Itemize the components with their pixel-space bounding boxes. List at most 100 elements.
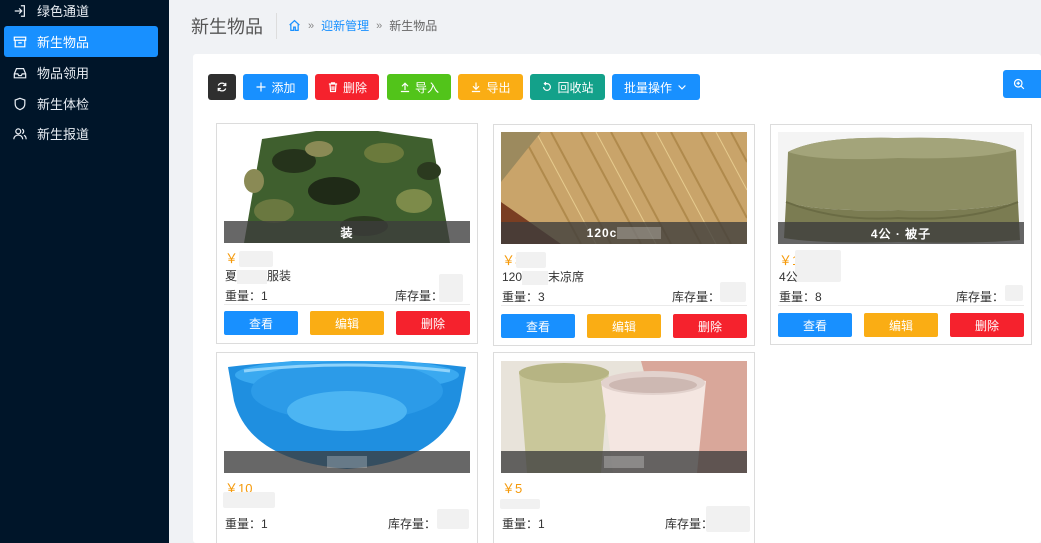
home-icon[interactable]	[288, 19, 301, 32]
weight-label: 重量：	[225, 517, 262, 531]
product-image[interactable]	[501, 361, 747, 473]
weight-label: 重量：	[779, 290, 816, 304]
card-divider	[778, 305, 1024, 306]
edit-button[interactable]: 编辑	[864, 313, 938, 337]
edit-button[interactable]: 编辑	[310, 311, 384, 335]
product-weight: 重量：1	[225, 515, 268, 532]
redacted-area	[437, 509, 469, 529]
sidebar-item-label: 物品领用	[37, 66, 90, 81]
shield-icon	[12, 96, 28, 112]
refresh-icon	[216, 81, 228, 93]
search-button[interactable]	[1003, 70, 1041, 98]
sidebar-item-freshman-items[interactable]: 新生物品	[4, 26, 158, 57]
card-divider	[501, 305, 747, 306]
product-card: ￥10 重量：1 库存量：	[216, 352, 478, 543]
breadcrumb-current: 新生物品	[389, 19, 438, 33]
delete-item-button[interactable]: 删除	[396, 311, 470, 335]
redacted-area	[706, 506, 750, 532]
product-image[interactable]	[224, 361, 470, 473]
product-stock-label: 库存量：	[388, 517, 437, 531]
product-stock-label: 库存量：	[956, 290, 1005, 304]
product-weight: 重量：1	[502, 515, 545, 532]
product-name: 夏 服装	[225, 267, 291, 284]
plus-icon	[255, 81, 267, 93]
trash-icon	[327, 81, 339, 93]
breadcrumb-separator: »	[308, 19, 315, 32]
breadcrumb-section-link[interactable]: 迎新管理	[321, 17, 369, 34]
caption-text: 120c	[586, 226, 618, 240]
delete-item-button[interactable]: 删除	[950, 313, 1024, 337]
delete-item-button[interactable]: 删除	[673, 314, 747, 338]
product-name-prefix: 120	[502, 270, 523, 284]
add-button[interactable]: 添加	[243, 74, 308, 100]
export-button-label: 导出	[486, 80, 511, 95]
product-image-caption: 120c	[501, 222, 747, 244]
view-button[interactable]: 查看	[778, 313, 852, 337]
product-image[interactable]: 装	[224, 131, 470, 243]
redacted-area	[617, 227, 662, 239]
product-card: 4公 · 被子 ￥1 4公 重量：8 库存量： 查看 编辑 删除	[770, 124, 1032, 345]
sidebar-item-label: 新生体检	[37, 97, 90, 112]
product-stock-label: 库存量：	[672, 290, 721, 304]
export-button[interactable]: 导出	[458, 74, 523, 100]
edit-button[interactable]: 编辑	[587, 314, 661, 338]
users-icon	[12, 126, 28, 142]
product-image-caption: 装	[224, 221, 470, 243]
product-name: 120 末凉席	[502, 268, 584, 285]
product-price: ￥	[225, 251, 239, 266]
sidebar-item-item-collection[interactable]: 物品领用	[0, 57, 169, 88]
batch-operations-label: 批量操作	[623, 80, 672, 95]
chevron-down-icon	[676, 81, 688, 93]
title-divider	[276, 13, 277, 39]
product-card: ￥5 重量：1 库存量：	[493, 352, 755, 543]
inbox-icon	[12, 65, 28, 81]
delete-button[interactable]: 删除	[315, 74, 379, 100]
product-card: 120c ￥3 120 末凉席 重量：3 库存量： 查看 编辑 删除	[493, 124, 755, 346]
weight-value: 1	[261, 517, 268, 531]
sidebar-item-label: 绿色通道	[37, 4, 90, 19]
redacted-area	[516, 252, 546, 268]
product-stock-label: 库存量：	[395, 289, 444, 303]
product-image[interactable]: 4公 · 被子	[778, 132, 1024, 244]
sidebar-item-health-check[interactable]: 新生体检	[0, 88, 169, 119]
restore-icon	[541, 81, 553, 93]
weight-value: 1	[538, 517, 545, 531]
sidebar-item-registration[interactable]: 新生报道	[0, 118, 169, 149]
redacted-area	[522, 270, 549, 285]
breadcrumb: » 迎新管理 » 新生物品	[288, 17, 437, 34]
redacted-area	[795, 250, 841, 282]
product-name-suffix: 末凉席	[548, 270, 585, 284]
zoom-search-icon	[1013, 78, 1025, 90]
refresh-button[interactable]	[208, 74, 236, 100]
product-image-caption: 4公 · 被子	[778, 222, 1024, 244]
redacted-area	[1005, 285, 1023, 301]
weight-label: 重量：	[502, 290, 539, 304]
product-price: ￥5	[502, 481, 523, 496]
product-image[interactable]: 120c	[501, 132, 747, 244]
breadcrumb-separator: »	[376, 19, 383, 32]
redacted-area	[604, 456, 644, 468]
sidebar-item-label: 新生物品	[37, 35, 90, 50]
import-button[interactable]: 导入	[387, 74, 451, 100]
product-weight: 重量：3	[502, 288, 545, 305]
view-button[interactable]: 查看	[501, 314, 575, 338]
login-arrow-icon	[12, 3, 28, 19]
view-button[interactable]: 查看	[224, 311, 298, 335]
sidebar-item-green-channel[interactable]: 绿色通道	[0, 0, 169, 26]
card-divider	[224, 304, 470, 305]
weight-value: 8	[815, 290, 822, 304]
header: 新生物品 » 迎新管理 » 新生物品	[169, 0, 1041, 52]
redacted-area	[500, 499, 540, 509]
product-weight: 重量：8	[779, 288, 822, 305]
batch-operations-dropdown[interactable]: 批量操作	[612, 74, 700, 100]
redacted-area	[237, 269, 268, 284]
redacted-area	[720, 282, 746, 302]
import-button-label: 导入	[414, 80, 439, 95]
sidebar: 绿色通道 新生物品 物品领用 新生体检 新生报道	[0, 0, 169, 543]
download-icon	[470, 81, 482, 93]
weight-label: 重量：	[502, 517, 539, 531]
product-name-suffix: 服装	[267, 269, 292, 283]
recycle-bin-button[interactable]: 回收站	[530, 74, 605, 100]
delete-button-label: 删除	[342, 80, 367, 95]
redacted-area	[223, 492, 275, 508]
